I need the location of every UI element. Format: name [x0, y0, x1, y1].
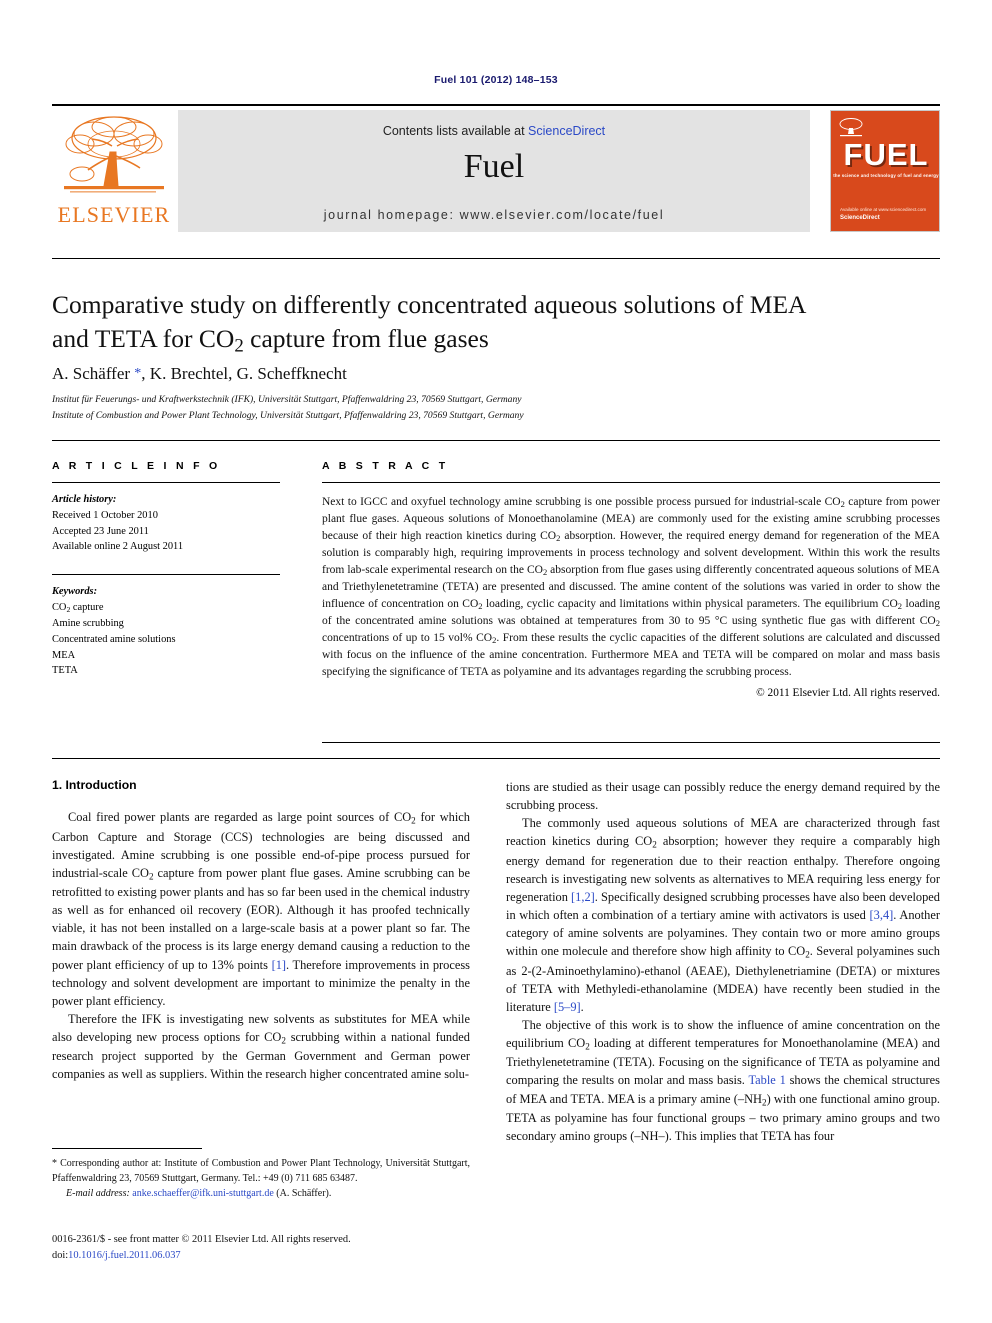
- intro-paragraph-3: The commonly used aqueous solutions of M…: [506, 814, 940, 1016]
- title-divider: [52, 258, 940, 259]
- citation-ref-5-9[interactable]: [5–9]: [554, 1000, 581, 1014]
- author-first: A. Schäffer: [52, 364, 131, 383]
- article-title-line1: Comparative study on differently concent…: [52, 290, 807, 319]
- keyword-co2-prefix: CO: [52, 602, 67, 614]
- keywords-rule: [52, 574, 280, 576]
- intro-p2-cont: tions are studied as their usage can pos…: [506, 780, 940, 813]
- article-info-rule: [52, 482, 280, 483]
- cover-footer: Available online at www.sciencedirect.co…: [840, 207, 926, 223]
- elsevier-logo: ELSEVIER: [52, 110, 176, 232]
- issn-copyright-line: 0016-2361/$ - see front matter © 2011 El…: [52, 1234, 351, 1245]
- info-divider: [52, 440, 940, 441]
- keyword-mea: MEA: [52, 649, 76, 661]
- history-received: Received 1 October 2010: [52, 509, 158, 521]
- doi-label: doi:: [52, 1249, 69, 1261]
- running-head: Fuel 101 (2012) 148–153: [434, 74, 558, 86]
- intro-p1-a: Coal fired power plants are regarded as …: [68, 810, 412, 824]
- intro-paragraph-4: The objective of this work is to show th…: [506, 1016, 940, 1145]
- journal-homepage[interactable]: journal homepage: www.elsevier.com/locat…: [178, 208, 810, 222]
- intro-paragraph-2-continued: tions are studied as their usage can pos…: [506, 778, 940, 814]
- author-rest: , K. Brechtel, G. Scheffknecht: [141, 364, 347, 383]
- cover-footer-line2: ScienceDirect: [840, 215, 880, 221]
- masthead-band: Contents lists available at ScienceDirec…: [178, 110, 810, 232]
- cover-tagline: the science and technology of fuel and e…: [833, 173, 939, 178]
- affiliation-de: Institut für Feuerungs- und Kraftwerkste…: [52, 394, 522, 405]
- keyword-concentrated-amine-solutions: Concentrated amine solutions: [52, 633, 176, 645]
- elsevier-wordmark: ELSEVIER: [57, 202, 171, 227]
- article-info-column: A R T I C L E I N F O Article history: R…: [52, 460, 280, 679]
- article-history-label: Article history:: [52, 494, 117, 505]
- journal-masthead: ELSEVIER Contents lists available at Sci…: [52, 104, 940, 234]
- doi-line: doi:10.1016/j.fuel.2011.06.037: [52, 1248, 482, 1264]
- email-label: E-mail address:: [66, 1188, 130, 1199]
- cover-elsevier-icon: [838, 117, 864, 139]
- corresponding-author-footnote: * Corresponding author at: Institute of …: [52, 1156, 470, 1201]
- citation-ref-1[interactable]: [1]: [272, 958, 286, 972]
- imprint-block: 0016-2361/$ - see front matter © 2011 El…: [52, 1232, 482, 1263]
- contents-available-line: Contents lists available at ScienceDirec…: [178, 124, 810, 138]
- journal-cover-thumbnail: FUEL the science and technology of fuel …: [830, 110, 940, 232]
- email-owner: (A. Schäffer).: [273, 1188, 332, 1199]
- author-list: A. Schäffer *, K. Brechtel, G. Scheffkne…: [52, 364, 912, 384]
- intro-p3-f: .: [580, 999, 584, 1014]
- keyword-teta: TETA: [52, 665, 78, 677]
- table-1-link[interactable]: Table 1: [748, 1073, 785, 1087]
- affiliations: Institut für Feuerungs- und Kraftwerkste…: [52, 392, 912, 423]
- body-right-column: tions are studied as their usage can pos…: [506, 778, 940, 1145]
- affiliation-en: Institute of Combustion and Power Plant …: [52, 409, 524, 421]
- cover-title: FUEL: [843, 137, 929, 172]
- journal-title: Fuel: [463, 148, 525, 185]
- abs-sub-6: 2: [935, 617, 940, 628]
- citation-ref-1-2[interactable]: [1,2]: [571, 890, 595, 904]
- citation-ref-3-4[interactable]: [3,4]: [870, 908, 894, 922]
- body-top-rule: [52, 758, 940, 759]
- abstract-text: Next to IGCC and oxyfuel technology amin…: [322, 494, 940, 680]
- keyword-amine-scrubbing: Amine scrubbing: [52, 617, 124, 629]
- intro-paragraph-1: Coal fired power plants are regarded as …: [52, 808, 470, 1010]
- contents-prefix: Contents lists available at: [382, 124, 529, 138]
- intro-paragraph-2: Therefore the IFK is investigating new s…: [52, 1010, 470, 1084]
- footnote-divider: [52, 1148, 202, 1149]
- abstract-heading: A B S T R A C T: [322, 460, 449, 472]
- abstract-bottom-rule: [322, 742, 940, 743]
- keywords-block: Keywords: CO2 capture Amine scrubbing Co…: [52, 584, 280, 679]
- article-history-block: Article history: Received 1 October 2010…: [52, 492, 280, 555]
- body-left-column: 1. Introduction Coal fired power plants …: [52, 778, 470, 1083]
- article-title: Comparative study on differently concent…: [52, 288, 912, 359]
- doi-link[interactable]: 10.1016/j.fuel.2011.06.037: [68, 1250, 180, 1261]
- elsevier-tree-icon: [60, 112, 168, 198]
- footnote-text: Corresponding author at: Institute of Co…: [52, 1158, 470, 1184]
- keyword-co2-capture: CO2 capture: [52, 600, 280, 616]
- article-title-line2a: and TETA for CO: [52, 323, 235, 353]
- history-available: Available online 2 August 2011: [52, 541, 184, 553]
- abstract-rule: [322, 482, 940, 483]
- keyword-co2-suffix: capture: [70, 602, 104, 614]
- article-info-heading: A R T I C L E I N F O: [52, 460, 221, 472]
- email-link[interactable]: anke.schaeffer@ifk.uni-stuttgart.de: [132, 1188, 273, 1199]
- history-accepted: Accepted 23 June 2011: [52, 525, 149, 537]
- abs-s1: Next to IGCC and oxyfuel technology amin…: [322, 496, 841, 508]
- abs-s5: loading, cyclic capacity and limitations…: [482, 597, 898, 610]
- abstract-column: A B S T R A C T Next to IGCC and oxyfuel…: [322, 460, 940, 699]
- sciencedirect-link[interactable]: ScienceDirect: [528, 124, 605, 138]
- article-page: Fuel 101 (2012) 148–153 ELSEVIER Content…: [0, 0, 992, 1323]
- cover-footer-line1: Available online at www.sciencedirect.co…: [840, 207, 927, 213]
- abstract-copyright: © 2011 Elsevier Ltd. All rights reserved…: [756, 687, 940, 700]
- keywords-label: Keywords:: [52, 586, 98, 598]
- intro-p1-c: capture from power plant flue gases. Ami…: [52, 865, 470, 972]
- article-title-line2b: capture from flue gases: [243, 323, 489, 353]
- abs-s7: concentrations of up to 15 vol% CO: [322, 631, 493, 644]
- article-title-sub: 2: [234, 335, 244, 357]
- section-heading-introduction: 1. Introduction: [52, 778, 137, 792]
